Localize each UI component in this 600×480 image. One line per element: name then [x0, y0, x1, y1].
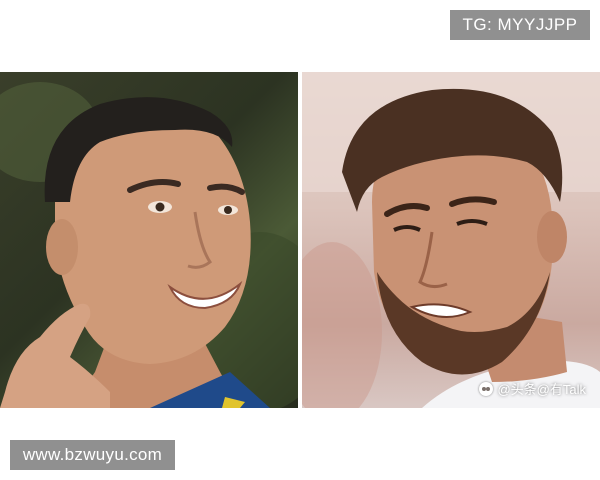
page: TG: MYYJJPP @头条@有Talk www.bzwuyu.com [0, 0, 600, 480]
photo-strip: @头条@有Talk [0, 72, 600, 408]
watermark: @头条@有Talk [479, 379, 586, 398]
right-portrait-photo: @头条@有Talk [302, 72, 600, 408]
right-portrait-illustration [302, 72, 600, 408]
left-portrait-photo [0, 72, 298, 408]
left-portrait-illustration [0, 82, 298, 408]
watermark-text: @头条@有Talk [497, 382, 586, 397]
paw-icon [479, 381, 494, 396]
tg-contact-label: TG: MYYJJPP [450, 10, 590, 40]
website-url-label: www.bzwuyu.com [10, 440, 175, 470]
